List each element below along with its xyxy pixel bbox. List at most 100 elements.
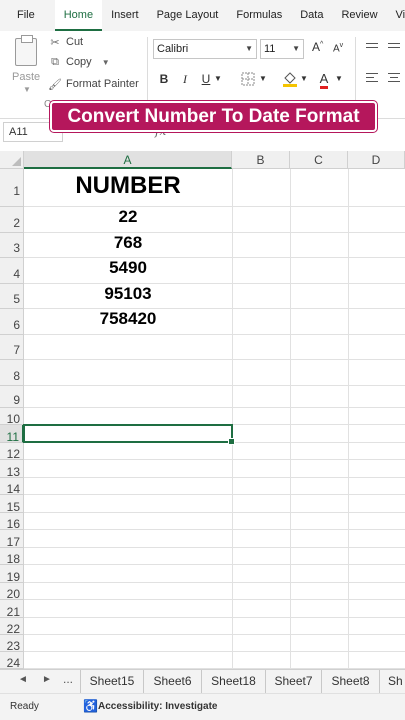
clipboard-icon [15,35,37,66]
tab-insert[interactable]: Insert [102,0,148,31]
row-divider [24,529,405,530]
format-painter-button[interactable]: 🖌 Format Painter [48,75,139,93]
borders-button[interactable] [240,69,256,89]
row-header-20[interactable]: 20 [0,583,24,601]
font-color-button[interactable]: A [316,69,332,89]
paste-button[interactable]: Paste ▼ [8,35,44,99]
status-bar: Ready ♿ Accessibility: Investigate [0,693,405,720]
row-header-24[interactable]: 24 [0,652,24,670]
tab-data[interactable]: Data [291,0,332,31]
decrease-font-size-button[interactable]: Av [333,42,343,54]
sheet-tab-partial[interactable]: Sh [379,670,405,693]
prev-sheet-icon[interactable]: ◄ [18,674,28,685]
borders-icon [241,72,255,86]
cell-a2[interactable]: 22 [24,207,232,227]
column-header-c[interactable]: C [290,151,348,169]
increase-font-size-button[interactable]: A^ [312,40,323,54]
row-header-19[interactable]: 19 [0,565,24,584]
sheet-tab-sheet8[interactable]: Sheet8 [321,670,379,693]
cell-a5[interactable]: 95103 [24,284,232,304]
row-header-11[interactable]: 11 [0,425,24,444]
row-divider [24,634,405,635]
font-size-value: 11 [264,43,276,55]
sheet-tab-sheet15[interactable]: Sheet15 [80,670,143,693]
row-header-7[interactable]: 7 [0,335,24,360]
row-header-21[interactable]: 21 [0,600,24,619]
row-divider [24,359,405,360]
row-divider [24,547,405,548]
select-all-button[interactable] [0,151,24,169]
tab-view[interactable]: Vie [387,0,405,31]
copy-icon: ⧉ [51,55,59,68]
row-header-10[interactable]: 10 [0,408,24,426]
copy-button[interactable]: ⧉ Copy ▼ [48,53,110,71]
row-divider [24,617,405,618]
row-header-6[interactable]: 6 [0,309,24,335]
column-header-b[interactable]: B [232,151,290,169]
next-sheet-icon[interactable]: ► [42,674,52,685]
row-header-13[interactable]: 13 [0,460,24,479]
cell-a1[interactable]: NUMBER [24,172,232,200]
tab-review[interactable]: Review [332,0,386,31]
copy-label: Copy [66,56,92,68]
cell-a6[interactable]: 758420 [24,309,232,329]
font-color-icon: A [319,72,329,89]
grow-font-icon: A [312,40,321,54]
align-center-button[interactable] [388,73,400,85]
cut-label: Cut [66,36,84,48]
row-header-23[interactable]: 23 [0,635,24,653]
italic-button[interactable]: I [178,69,192,89]
font-name-select[interactable]: Calibri ▼ [153,39,257,59]
accessibility-status[interactable]: Accessibility: Investigate [98,701,218,712]
font-size-select[interactable]: 11 ▼ [260,39,304,59]
align-top-button[interactable] [366,43,378,53]
cut-button[interactable]: ✂ Cut [48,33,83,51]
active-cell-a11[interactable] [23,424,235,445]
row-header-18[interactable]: 18 [0,548,24,566]
tab-file[interactable]: File [0,0,55,31]
cell-a3[interactable]: 768 [24,233,232,253]
chevron-down-icon[interactable]: ▼ [335,69,343,89]
bold-button[interactable]: B [157,69,171,89]
shrink-font-icon: A [333,43,340,55]
chevron-down-icon[interactable]: ▼ [300,69,308,89]
column-header-a[interactable]: A [24,151,232,169]
cell-a4[interactable]: 5490 [24,258,232,278]
column-divider [348,169,349,669]
align-left-button[interactable] [366,73,378,85]
row-header-5[interactable]: 5 [0,284,24,309]
tab-page-layout[interactable]: Page Layout [148,0,228,31]
paint-bucket-icon [283,72,297,87]
row-header-8[interactable]: 8 [0,360,24,386]
row-header-9[interactable]: 9 [0,386,24,408]
chevron-down-icon[interactable]: ▼ [259,69,267,89]
paintbrush-icon: 🖌 [48,78,62,91]
row-divider [24,407,405,408]
row-header-17[interactable]: 17 [0,530,24,549]
align-middle-button[interactable] [388,43,400,53]
sheet-tab-sheet7[interactable]: Sheet7 [265,670,321,693]
row-header-2[interactable]: 2 [0,207,24,233]
row-header-3[interactable]: 3 [0,233,24,258]
column-header-d[interactable]: D [348,151,405,169]
row-header-12[interactable]: 12 [0,443,24,461]
tab-formulas[interactable]: Formulas [227,0,291,31]
column-divider [232,169,233,669]
status-ready: Ready [10,701,39,712]
row-header-4[interactable]: 4 [0,258,24,284]
chevron-down-icon[interactable]: ▼ [214,69,222,89]
chevron-down-icon[interactable]: ▼ [102,58,110,67]
accessibility-icon[interactable]: ♿ [83,699,98,713]
row-header-15[interactable]: 15 [0,495,24,514]
row-header-1[interactable]: 1 [0,169,24,207]
more-sheets-button[interactable]: ... [63,672,73,686]
sheet-tab-sheet6[interactable]: Sheet6 [143,670,201,693]
divider [355,37,356,109]
row-header-16[interactable]: 16 [0,513,24,531]
sheet-tab-sheet18[interactable]: Sheet18 [201,670,265,693]
tab-home[interactable]: Home [54,0,103,31]
row-header-22[interactable]: 22 [0,618,24,636]
row-header-14[interactable]: 14 [0,478,24,496]
underline-button[interactable]: U [199,69,213,89]
fill-color-button[interactable] [282,69,298,89]
